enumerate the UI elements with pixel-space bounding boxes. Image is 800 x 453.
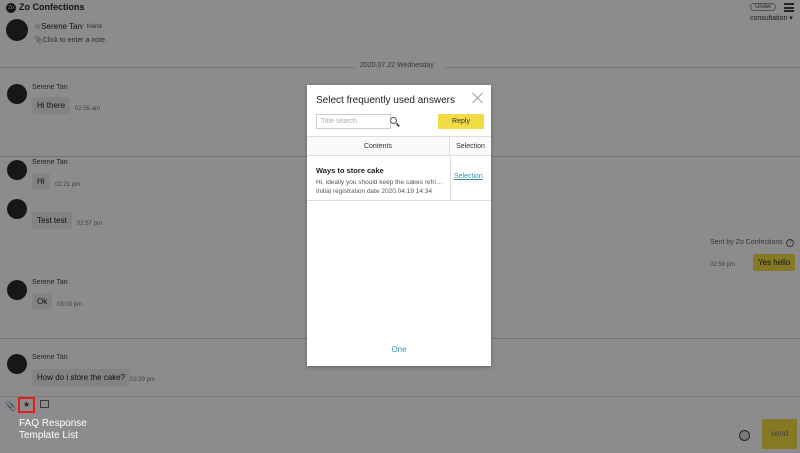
answer-title: Ways to store cake [316,166,384,175]
title-search-input[interactable] [316,114,391,129]
modal-title: Select frequently used answers [316,95,455,106]
search-icon[interactable] [390,117,397,124]
faq-highlight-box [18,397,35,413]
faq-annotation-label: FAQ Response Template List [19,418,87,442]
reply-button[interactable]: Reply [438,114,484,129]
answer-date: Initial registration date 2020.04.19 14:… [316,188,433,195]
answer-snippet: Hi, ideally you should keep the cakes re… [316,179,444,186]
column-header-selection: Selection [450,136,491,156]
faq-modal: Select frequently used answers Reply Con… [307,85,491,366]
column-header-contents: Contents [307,136,450,156]
close-icon[interactable] [472,92,484,104]
faq-annotation-line: FAQ Response Template List [19,418,87,441]
selection-link[interactable]: Selection [454,173,483,180]
divider [450,156,451,201]
pagination[interactable]: One [307,345,491,354]
